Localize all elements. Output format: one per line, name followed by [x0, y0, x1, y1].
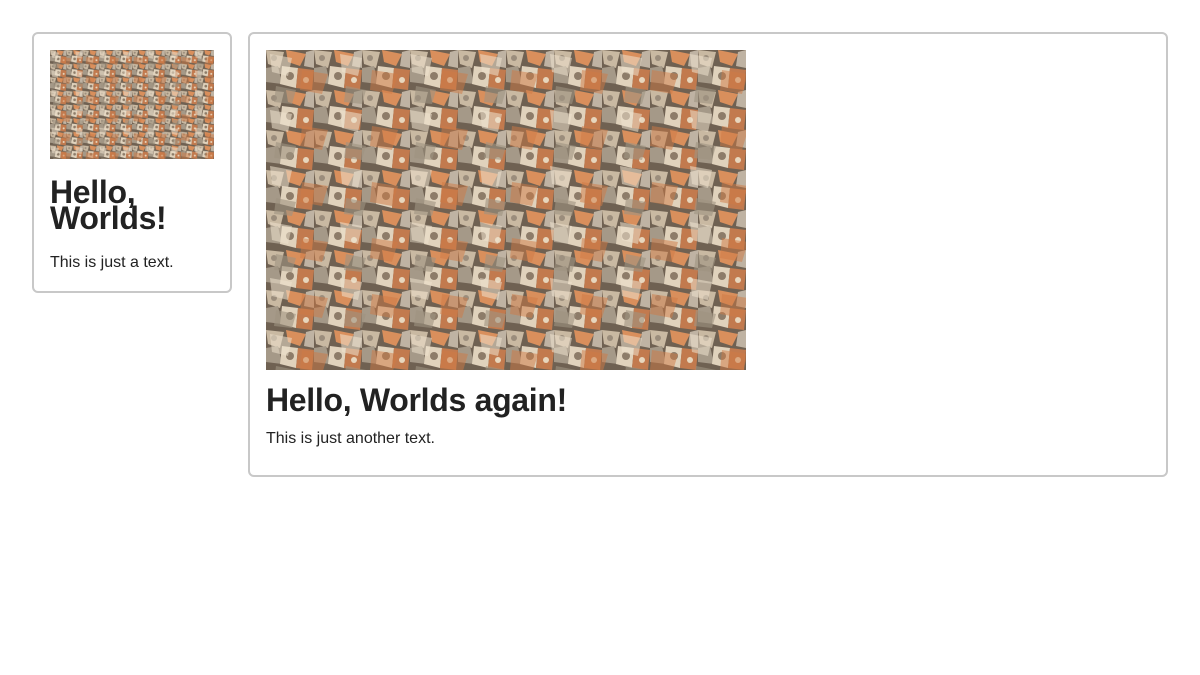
card-large: Hello, Worlds again! This is just anothe… — [248, 32, 1168, 477]
card-title: Hello, Worlds again! — [266, 382, 568, 418]
card-text: This is just another text. — [266, 430, 435, 447]
card-title: Hello, Worlds! — [50, 174, 167, 236]
woodpile-image — [266, 50, 746, 370]
woodpile-image — [50, 50, 214, 159]
card-text: This is just a text. — [50, 254, 174, 271]
card-small: Hello, Worlds! This is just a text. — [32, 32, 232, 293]
